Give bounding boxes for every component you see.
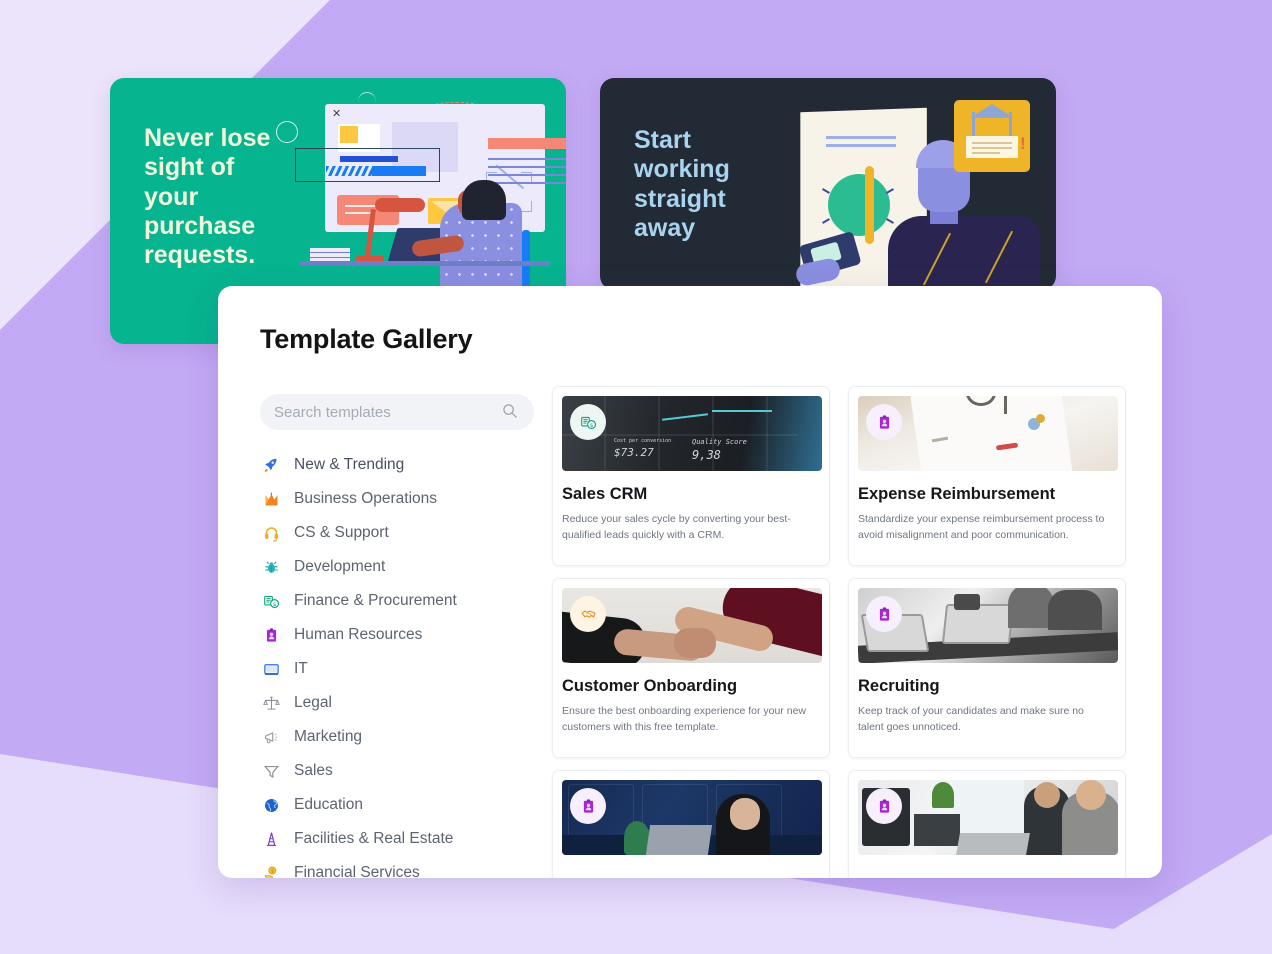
search-box[interactable] xyxy=(260,394,534,430)
sidebar-item-marketing[interactable]: Marketing xyxy=(260,720,550,754)
template-gallery-panel: Template Gallery New & Trending Business … xyxy=(218,286,1162,878)
headset-icon xyxy=(260,522,282,544)
sidebar-item-legal[interactable]: Legal xyxy=(260,686,550,720)
illustration-selection-box xyxy=(295,148,440,182)
card-description: Ensure the best onboarding experience fo… xyxy=(562,705,806,734)
sidebar-item-label: Development xyxy=(294,558,386,575)
illustration-pin xyxy=(865,166,874,244)
globe-icon xyxy=(260,794,282,816)
bug-icon xyxy=(260,556,282,578)
sidebar-item-label: Facilities & Real Estate xyxy=(294,830,454,847)
sidebar-item-it[interactable]: IT xyxy=(260,652,550,686)
chart-m-icon xyxy=(260,488,282,510)
card-title: Expense Reimbursement xyxy=(858,485,1056,503)
banner-title: Start working straight away xyxy=(634,126,730,242)
sidebar-item-label: Business Operations xyxy=(294,490,438,507)
illustration-person-hair xyxy=(462,180,506,220)
search-input[interactable] xyxy=(274,403,494,421)
sidebar-item-label: IT xyxy=(294,660,308,677)
illustration-lamp xyxy=(375,198,425,212)
sidebar-item-label: Legal xyxy=(294,694,332,711)
sidebar-item-new-trending[interactable]: New & Trending xyxy=(260,448,550,482)
sidebar-item-cs-support[interactable]: CS & Support xyxy=(260,516,550,550)
card-description: Keep track of your candidates and make s… xyxy=(858,705,1084,734)
illustration-board-line xyxy=(826,136,896,139)
card-badge-id-badge-icon xyxy=(866,596,902,632)
template-card[interactable]: Customer Onboarding Ensure the best onboa… xyxy=(552,578,830,758)
card-badge-id-badge-icon xyxy=(570,788,606,824)
svg-text:$: $ xyxy=(270,868,273,874)
sidebar-item-human-resources[interactable]: Human Resources xyxy=(260,618,550,652)
sidebar-item-label: Sales xyxy=(294,762,333,779)
monitor-icon xyxy=(260,658,282,680)
card-badge-id-badge-icon xyxy=(866,788,902,824)
sidebar: New & Trending Business Operations CS & Su… xyxy=(260,394,550,878)
card-badge-handshake-icon xyxy=(570,596,606,632)
money-icon: $ xyxy=(260,590,282,612)
megaphone-icon xyxy=(260,726,282,748)
coin-hand-icon: $ xyxy=(260,862,282,878)
svg-text:$: $ xyxy=(589,423,593,429)
sidebar-item-label: New & Trending xyxy=(294,456,405,473)
page-title: Template Gallery xyxy=(260,324,473,354)
illustration-card-square xyxy=(340,126,358,143)
sidebar-item-label: Finance & Procurement xyxy=(294,592,457,609)
card-badge-money-icon: $ xyxy=(570,404,606,440)
banner-start-working[interactable]: Start working straight away ! xyxy=(600,78,1056,290)
sidebar-item-finance-procurement[interactable]: $ Finance & Procurement xyxy=(260,584,550,618)
sidebar-item-facilities-real-estate[interactable]: Facilities & Real Estate xyxy=(260,822,550,856)
sidebar-item-label: Human Resources xyxy=(294,626,423,643)
search-icon[interactable] xyxy=(502,403,518,419)
sidebar-item-label: Financial Services xyxy=(294,864,420,878)
illustration-text-lines xyxy=(488,138,566,190)
sidebar-item-label: CS & Support xyxy=(294,524,389,541)
card-badge-id-badge-icon xyxy=(866,404,902,440)
sidebar-item-label: Marketing xyxy=(294,728,363,745)
sidebar-item-sales[interactable]: Sales xyxy=(260,754,550,788)
template-card[interactable]: Recruiting Keep track of your candidates … xyxy=(848,578,1126,758)
decor-wifi-arc xyxy=(358,92,376,102)
sidebar-item-business-operations[interactable]: Business Operations xyxy=(260,482,550,516)
scales-icon xyxy=(260,692,282,714)
card-title: Customer Onboarding xyxy=(562,677,738,695)
tower-icon xyxy=(260,828,282,850)
illustration-close-icon: ✕ xyxy=(332,108,342,120)
illustration-desk xyxy=(300,261,550,266)
template-card[interactable] xyxy=(848,770,1126,878)
template-card[interactable]: Expense Reimbursement Standardize your ex… xyxy=(848,386,1126,566)
illustration-board-line xyxy=(826,144,896,147)
template-card[interactable] xyxy=(552,770,830,878)
illustration-house-window xyxy=(984,120,1000,136)
illustration-globe xyxy=(828,174,890,236)
decor-circle xyxy=(276,121,298,143)
banner-title: Never lose sight of your purchase reques… xyxy=(144,124,271,269)
template-card[interactable]: Cost per conversion $73.27 Quality Score 9,… xyxy=(552,386,830,566)
illustration-books xyxy=(310,248,350,261)
rocket-icon xyxy=(260,454,282,476)
sidebar-item-label: Education xyxy=(294,796,363,813)
illustration-house-doc xyxy=(966,136,1018,158)
svg-text:$: $ xyxy=(272,602,276,608)
sidebar-item-education[interactable]: Education xyxy=(260,788,550,822)
illustration-exclamation-icon: ! xyxy=(1020,134,1026,153)
sidebar-item-financial-services[interactable]: $ Financial Services xyxy=(260,856,550,878)
card-description: Standardize your expense reimbursement p… xyxy=(858,513,1105,542)
card-title: Sales CRM xyxy=(562,485,648,503)
category-list: New & Trending Business Operations CS & Su… xyxy=(260,448,550,878)
id-badge-icon xyxy=(260,624,282,646)
card-title: Recruiting xyxy=(858,677,940,695)
illustration-person-body xyxy=(888,216,1040,290)
funnel-icon xyxy=(260,760,282,782)
sidebar-item-development[interactable]: Development xyxy=(260,550,550,584)
card-description: Reduce your sales cycle by converting yo… xyxy=(562,513,791,542)
